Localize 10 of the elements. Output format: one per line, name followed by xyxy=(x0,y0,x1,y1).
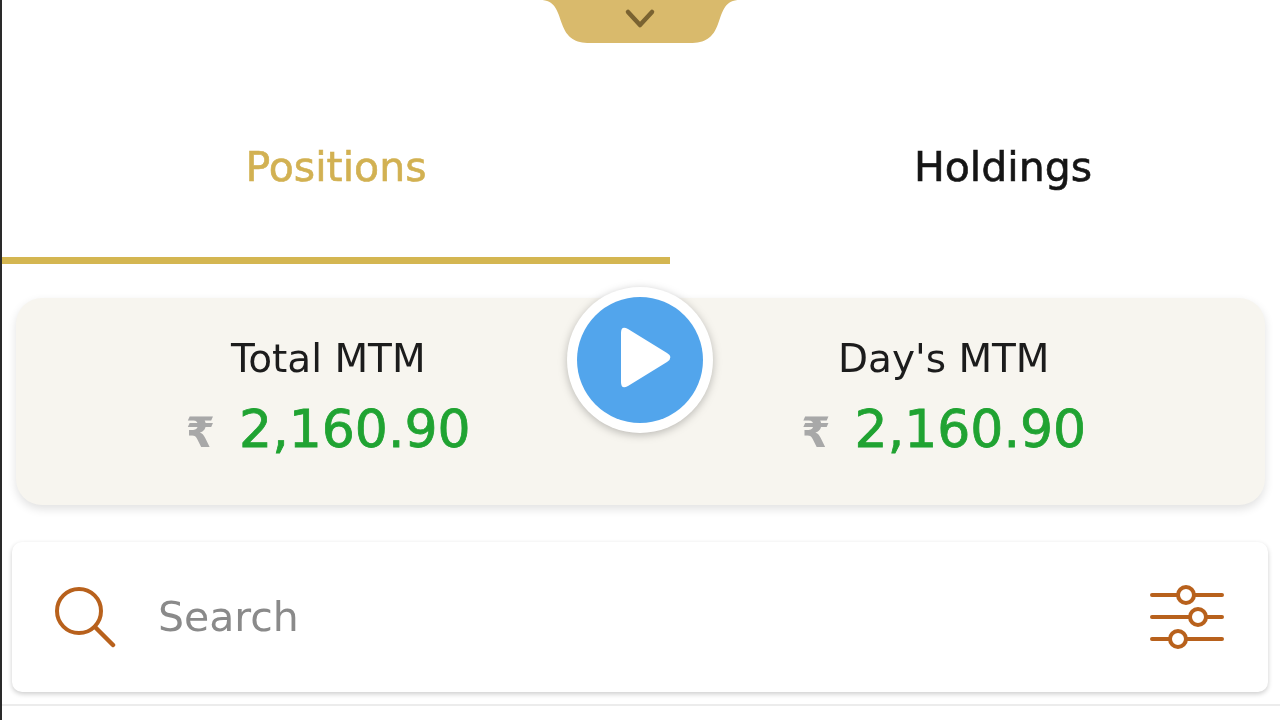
currency-symbol: ₹ xyxy=(185,408,216,457)
stat-label: Total MTM xyxy=(230,336,426,382)
search-field[interactable]: Search xyxy=(158,587,1126,647)
stat-label: Day's MTM xyxy=(837,336,1050,382)
stat-value: 2,160.90 xyxy=(854,398,1087,460)
filter-sliders-icon[interactable] xyxy=(1150,585,1224,649)
stat-value: 2,160.90 xyxy=(239,398,471,460)
search-icon xyxy=(54,586,116,648)
tab[interactable]: Holdings xyxy=(670,44,1280,264)
currency-symbol: ₹ xyxy=(801,408,831,457)
